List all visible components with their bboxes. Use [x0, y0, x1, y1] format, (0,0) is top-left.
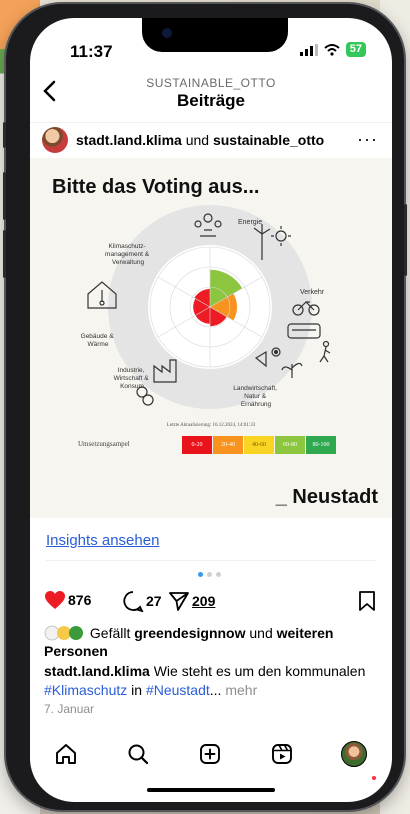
liker-avatars-icon: [44, 625, 83, 641]
hashtag-klimaschutz[interactable]: #Klimaschutz: [44, 682, 127, 698]
insights-link[interactable]: Insights ansehen: [46, 532, 159, 549]
post-date: 7. Januar: [44, 702, 95, 716]
legend-item-60-80: 60-80: [275, 436, 305, 454]
heart-icon[interactable]: [44, 590, 66, 610]
battery-icon: 57: [345, 42, 366, 57]
caption-ellipsis: ...: [209, 682, 222, 698]
liked-by: Gefällt greendesignnow und weiteren Pers…: [44, 624, 380, 660]
tab-create[interactable]: [196, 740, 224, 768]
tab-reels[interactable]: [268, 740, 296, 768]
climate-wheel: Energie Klimaschutz- management & Verwal…: [81, 205, 331, 409]
author-primary[interactable]: stadt.land.klima: [76, 132, 182, 148]
label-klimaschutz: Klimaschutz- management & Verwaltung: [105, 243, 151, 266]
label-gebaeude: Gebäude & Wärme: [81, 333, 116, 348]
save-action[interactable]: [358, 590, 376, 612]
hashtag-neustadt[interactable]: #Neustadt: [146, 682, 210, 698]
author-avatar[interactable]: [42, 127, 68, 153]
carousel-dot: [216, 572, 221, 577]
home-icon: [56, 744, 76, 764]
plus-square-icon: [200, 744, 220, 764]
phone-frame: 11:37 57 SUSTAINABLE_OTTO Beiträge stadt…: [3, 4, 407, 810]
power-button: [404, 204, 407, 276]
label-energie: Energie: [238, 219, 262, 226]
notification-dot: [372, 776, 376, 780]
author-secondary[interactable]: sustainable_otto: [213, 132, 324, 148]
carousel-dots: [198, 572, 221, 577]
share-count: 209: [192, 593, 216, 609]
header-username: SUSTAINABLE_OTTO: [146, 76, 276, 90]
post-header: stadt.land.klima und sustainable_otto ··…: [30, 122, 392, 157]
home-indicator: [147, 788, 275, 792]
share-action[interactable]: 209: [168, 590, 215, 612]
like-action[interactable]: 876: [44, 590, 91, 610]
signal-icon: [299, 43, 318, 56]
notch: [142, 18, 288, 52]
more-options-icon[interactable]: ···: [357, 129, 378, 150]
caption-text: Wie steht es um den kommunalen: [153, 663, 366, 679]
author-join: und: [185, 132, 210, 148]
liked-prefix: Gefällt: [89, 625, 131, 641]
carousel-dot: [207, 572, 212, 577]
tab-search[interactable]: [124, 740, 152, 768]
liked-join: und: [249, 625, 273, 641]
reels-icon: [272, 744, 292, 764]
bottom-tab-bar: [30, 728, 392, 778]
comment-icon[interactable]: [122, 590, 144, 612]
phone-screen: 11:37 57 SUSTAINABLE_OTTO Beiträge stadt…: [30, 18, 392, 802]
post-media[interactable]: Bitte das Voting aus... Energie Klimasch…: [30, 158, 392, 518]
post-authors[interactable]: stadt.land.klima und sustainable_otto: [76, 132, 324, 148]
post-actions: 876 27 209: [44, 590, 378, 616]
walking-icon: [319, 340, 331, 363]
tab-home[interactable]: [52, 740, 80, 768]
post-caption: stadt.land.klima Wie steht es um den kom…: [44, 662, 380, 700]
like-count: 876: [68, 592, 92, 608]
profile-avatar: [341, 741, 367, 767]
legend-item-40-60: 40-60: [244, 436, 274, 454]
comment-action[interactable]: 27: [122, 590, 162, 612]
label-industrie: Industrie, Wirtschaft & Konsum: [114, 367, 151, 390]
search-icon: [128, 744, 149, 765]
legend: Umsetzungsampel 0-20 20-40 40-60 60-80 8…: [60, 434, 360, 456]
tab-profile[interactable]: [340, 740, 368, 768]
divider: [46, 560, 376, 561]
caption-text-2: in: [131, 682, 143, 698]
mute-switch: [3, 122, 6, 148]
legend-item-80-100: 80-100: [306, 436, 336, 454]
media-title: Bitte das Voting aus...: [52, 176, 260, 198]
caption-author[interactable]: stadt.land.klima: [44, 663, 150, 679]
wifi-icon: [324, 43, 340, 56]
status-icons: 57: [299, 42, 366, 57]
carousel-dot-active: [198, 572, 203, 577]
page-title: Beiträge: [176, 91, 246, 110]
legend-item-20-40: 20-40: [213, 436, 243, 454]
camera-icon: [162, 28, 172, 38]
page-header: SUSTAINABLE_OTTO Beiträge: [30, 74, 392, 120]
label-verkehr: Verkehr: [300, 289, 325, 296]
update-timestamp: Letzte Aktualisierung: 10.12.2024, 14:01…: [166, 423, 256, 428]
comment-count: 27: [146, 593, 162, 609]
brand-text: _ Neustadt: [275, 486, 378, 508]
volume-down-button: [3, 230, 6, 278]
send-icon[interactable]: [168, 590, 190, 612]
status-time: 11:37: [70, 42, 113, 61]
caption-more[interactable]: mehr: [225, 682, 257, 698]
bookmark-icon[interactable]: [358, 590, 376, 612]
legend-title: Umsetzungsampel: [78, 440, 130, 448]
volume-up-button: [3, 172, 6, 220]
liked-user[interactable]: greendesignnow: [134, 625, 245, 641]
legend-item-0-20: 0-20: [182, 436, 212, 454]
